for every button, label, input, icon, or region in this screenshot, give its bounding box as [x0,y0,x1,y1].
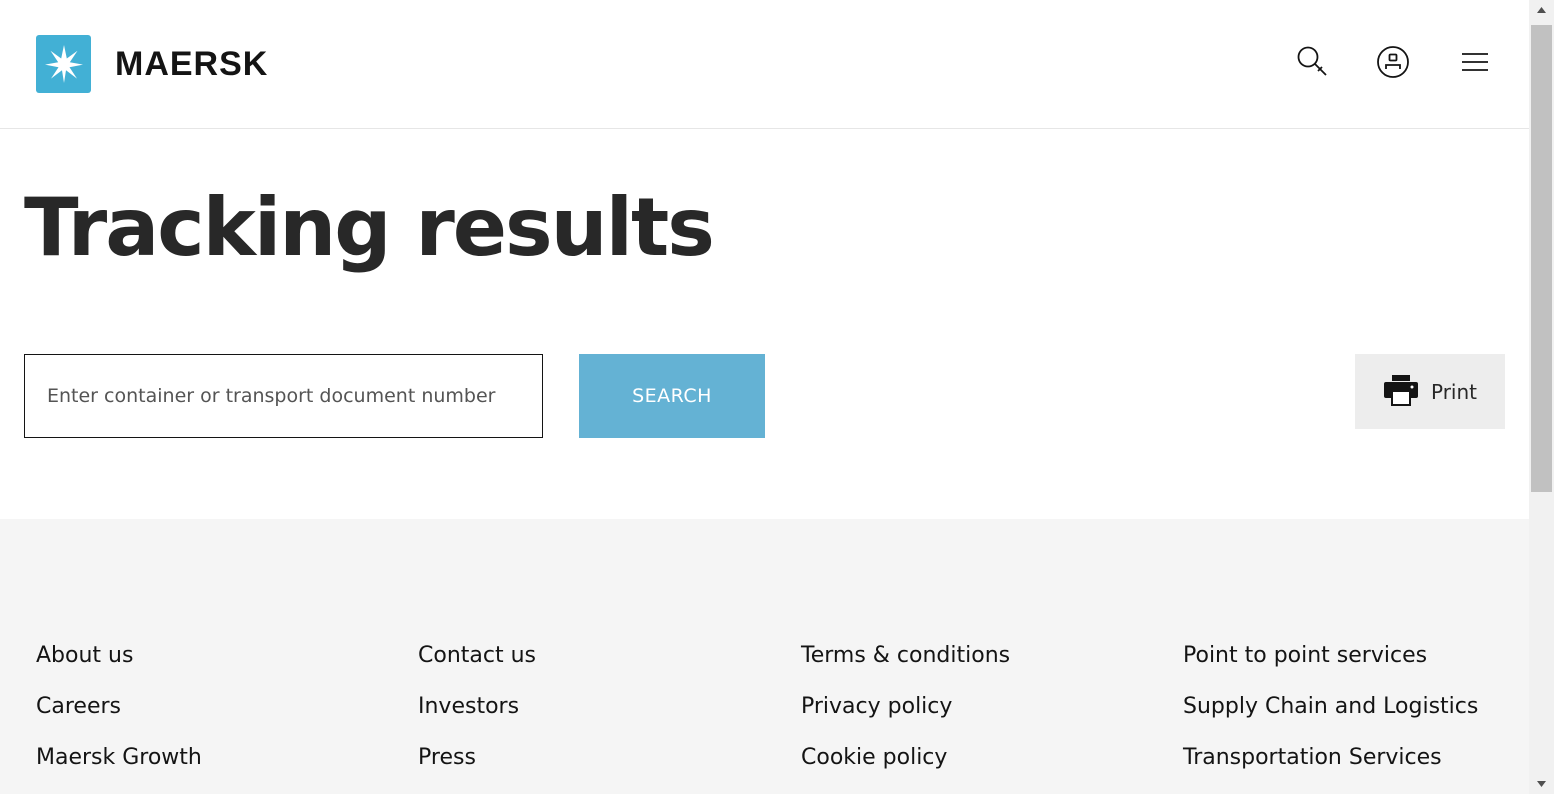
footer-column-contact: Contact us Investors Press [418,641,536,794]
footer-column-legal: Terms & conditions Privacy policy Cookie… [801,641,1010,794]
page: MAERSK Tracking results SE [0,0,1529,794]
search-button[interactable]: SEARCH [579,354,765,438]
footer-link-about-us[interactable]: About us [36,641,202,671]
vertical-scrollbar[interactable] [1529,0,1554,794]
footer-link-press[interactable]: Press [418,743,536,773]
footer-link-transportation[interactable]: Transportation Services [1183,743,1478,773]
footer-link-cookie-policy[interactable]: Cookie policy [801,743,1010,773]
brand-name: MAERSK [115,44,269,83]
print-label: Print [1430,379,1477,404]
footer-link-point-to-point[interactable]: Point to point services [1183,641,1478,671]
footer-link-investors[interactable]: Investors [418,692,536,722]
tracking-search-input[interactable] [24,354,543,438]
printer-icon [1383,374,1419,409]
footer-link-supply-chain[interactable]: Supply Chain and Logistics [1183,692,1478,722]
menu-icon[interactable] [1453,40,1497,84]
print-button[interactable]: Print [1355,354,1505,429]
scroll-down-arrow-icon[interactable] [1529,774,1554,794]
scrollbar-thumb[interactable] [1531,25,1552,492]
footer-link-maersk-growth[interactable]: Maersk Growth [36,743,202,773]
footer-link-terms[interactable]: Terms & conditions [801,641,1010,671]
page-title: Tracking results [24,181,715,274]
star-logo-icon [36,35,91,93]
maersk-logo[interactable]: MAERSK [36,35,268,93]
site-footer: About us Careers Maersk Growth Contact u… [0,519,1529,794]
search-icon[interactable] [1291,40,1335,84]
footer-column-services: Point to point services Supply Chain and… [1183,641,1478,794]
footer-column-company: About us Careers Maersk Growth [36,641,202,794]
footer-link-contact-us[interactable]: Contact us [418,641,536,671]
site-header: MAERSK [0,0,1529,129]
footer-link-privacy-policy[interactable]: Privacy policy [801,692,1010,722]
scroll-up-arrow-icon[interactable] [1529,0,1554,20]
user-icon[interactable] [1371,40,1415,84]
footer-link-careers[interactable]: Careers [36,692,202,722]
